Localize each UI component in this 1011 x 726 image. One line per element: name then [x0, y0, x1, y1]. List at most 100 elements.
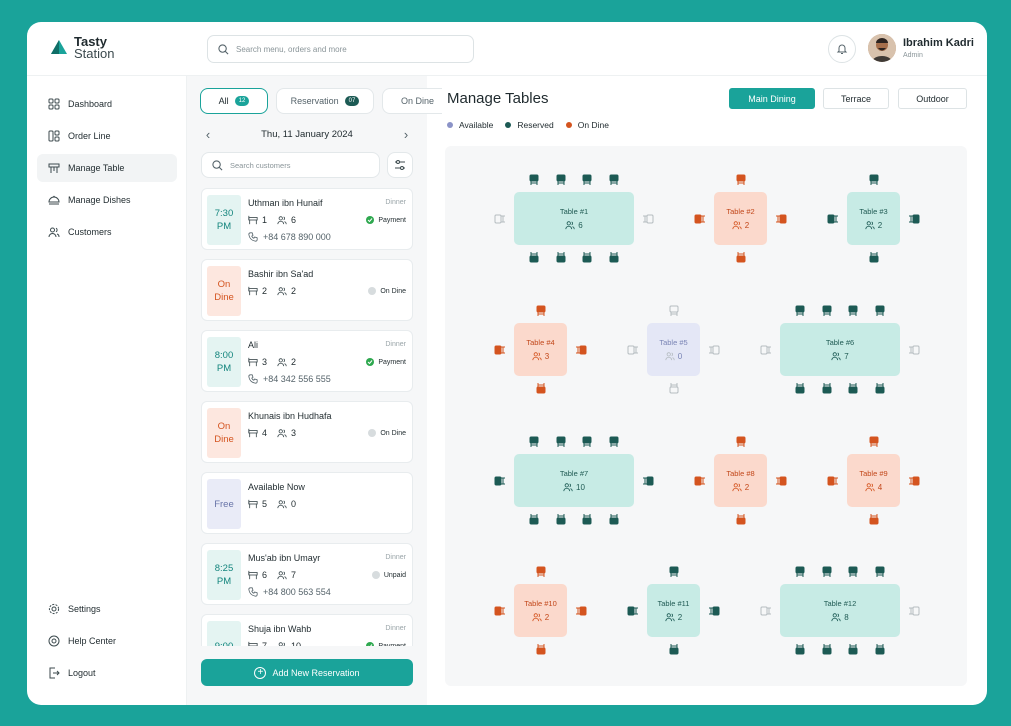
- phone-number: +84 342 556 555: [248, 374, 331, 384]
- floor-plan: Table #1 6 Table #2 2 Table #3 2 Table #4 3 Tabl…: [445, 146, 967, 686]
- search-placeholder: Search customers: [230, 160, 291, 170]
- reservation-card[interactable]: 7:30 PM Uthman ibn Hunaif Dinner 1 6 Payment +8…: [201, 188, 413, 250]
- table-9[interactable]: Table #9 4: [847, 454, 900, 507]
- chair-icon: [909, 476, 920, 485]
- table-12[interactable]: Table #12 8: [780, 584, 900, 637]
- sidebar-item-label: Manage Dishes: [68, 195, 131, 205]
- table-3[interactable]: Table #3 2: [847, 192, 900, 245]
- avatar[interactable]: [868, 34, 896, 62]
- time-line-1: 8:25: [214, 563, 234, 574]
- chair-icon: [848, 305, 858, 316]
- chair-icon: [827, 476, 838, 485]
- search-icon: [218, 43, 229, 54]
- sidebar-item-manage-dishes[interactable]: Manage Dishes: [37, 186, 177, 214]
- chair-icon: [556, 174, 566, 185]
- table-guest-counts: 16: [248, 215, 296, 225]
- reservation-card[interactable]: 9:00 Shuja ibn Wahb Dinner 7 10 Payment: [201, 614, 413, 646]
- sidebar-item-customers[interactable]: Customers: [37, 218, 177, 246]
- status-label: On Dine: [380, 429, 406, 437]
- chair-icon: [909, 606, 920, 615]
- top-bar: Tasty Station Search menu, orders and mo…: [27, 22, 987, 76]
- chair-icon: [536, 566, 545, 577]
- table-status-legend: Available Reserved On Dine: [447, 120, 609, 130]
- guest-count: 4: [877, 482, 883, 492]
- app-window: Tasty Station Search menu, orders and mo…: [27, 22, 987, 705]
- customer-search-input[interactable]: Search customers: [201, 152, 380, 178]
- tab-main-dining[interactable]: Main Dining: [729, 88, 815, 109]
- tab-count-badge: 12: [234, 96, 250, 106]
- time-badge: Free: [207, 479, 241, 529]
- next-day-button[interactable]: ›: [399, 127, 413, 142]
- guests-icon: [831, 352, 841, 361]
- table-4[interactable]: Table #4 3: [514, 323, 567, 376]
- reservation-card[interactable]: On Dine Bashir ibn Sa'ad 2 2 On Dine: [201, 259, 413, 321]
- chair-icon: [869, 174, 878, 185]
- add-button-label: Add New Reservation: [272, 667, 360, 678]
- chair-icon: [529, 514, 539, 525]
- prev-day-button[interactable]: ‹: [201, 127, 215, 142]
- phone-icon: [248, 232, 258, 242]
- sidebar-item-label: Manage Table: [68, 163, 125, 173]
- table-label: Table #3: [859, 207, 888, 216]
- table-10[interactable]: Table #10 2: [514, 584, 567, 637]
- guest-count: 10: [576, 482, 585, 492]
- time-line-1: On: [217, 279, 231, 290]
- area-tab-label: Outdoor: [916, 93, 949, 104]
- reservation-card[interactable]: 8:00 PM Ali Dinner 3 2 Payment +84 342 556 555: [201, 330, 413, 392]
- tab-outdoor[interactable]: Outdoor: [898, 88, 967, 109]
- brand[interactable]: Tasty Station: [49, 35, 114, 60]
- notifications-button[interactable]: [828, 35, 856, 63]
- reservation-card[interactable]: 8:25 PM Mus'ab ibn Umayr Dinner 6 7 Unpaid +84 …: [201, 543, 413, 605]
- guest-count: 8: [844, 612, 849, 622]
- guests-icon: [277, 500, 287, 509]
- chair-icon: [848, 566, 858, 577]
- tab-all[interactable]: All 12: [200, 88, 268, 114]
- seat-icon: [248, 357, 258, 367]
- add-new-reservation-button[interactable]: + Add New Reservation: [201, 659, 413, 686]
- sidebar-item-order-line[interactable]: Order Line: [37, 122, 177, 150]
- tab-count-badge: 07: [344, 96, 360, 106]
- chair-icon: [669, 305, 678, 316]
- chair-icon: [582, 436, 592, 447]
- tab-on-dine[interactable]: On Dine: [382, 88, 442, 114]
- status-label: Unpaid: [383, 571, 406, 579]
- global-search-input[interactable]: Search menu, orders and more: [207, 35, 474, 63]
- table-1[interactable]: Table #1 6: [514, 192, 634, 245]
- reservation-card[interactable]: On Dine Khunais ibn Hudhafa 4 3 On Dine: [201, 401, 413, 463]
- chair-icon: [822, 644, 832, 655]
- table-guest-count: 3: [532, 351, 549, 361]
- table-guest-count: 6: [565, 220, 583, 230]
- phone-text: +84 800 563 554: [263, 587, 331, 597]
- table-7[interactable]: Table #7 10: [514, 454, 634, 507]
- table-8[interactable]: Table #8 2: [714, 454, 767, 507]
- sidebar-item-help-center[interactable]: Help Center: [37, 627, 177, 655]
- table-6[interactable]: Table #6 7: [780, 323, 900, 376]
- chair-icon: [494, 214, 505, 223]
- filter-button[interactable]: [387, 152, 413, 178]
- tab-reservation[interactable]: Reservation 07: [276, 88, 374, 114]
- status-dot: [366, 642, 375, 646]
- table-11[interactable]: Table #11 2: [647, 584, 700, 637]
- table-2[interactable]: Table #2 2: [714, 192, 767, 245]
- chair-icon: [609, 436, 619, 447]
- chair-icon: [736, 436, 745, 447]
- table-5[interactable]: Table #5 0: [647, 323, 700, 376]
- time-line-2: PM: [216, 221, 232, 232]
- logout-icon: [49, 667, 60, 679]
- seat-icon: [248, 215, 258, 225]
- reservation-card[interactable]: Free Available Now 5 0: [201, 472, 413, 534]
- sidebar-item-dashboard[interactable]: Dashboard: [37, 90, 177, 118]
- guests-icon: [732, 483, 742, 492]
- sidebar-item-logout[interactable]: Logout: [37, 659, 177, 687]
- sidebar-item-manage-table[interactable]: Manage Table: [37, 154, 177, 182]
- chair-icon: [556, 436, 566, 447]
- guest-count: 3: [544, 351, 550, 361]
- chair-icon: [736, 252, 745, 263]
- chair-icon: [529, 174, 539, 185]
- reservations-panel: All 12 Reservation 07 On Dine ‹ Thu, 11 …: [187, 76, 442, 705]
- grid-icon: [48, 98, 60, 110]
- sidebar-item-settings[interactable]: Settings: [37, 595, 177, 623]
- chair-icon: [582, 252, 592, 263]
- tab-terrace[interactable]: Terrace: [823, 88, 889, 109]
- chair-icon: [848, 383, 858, 394]
